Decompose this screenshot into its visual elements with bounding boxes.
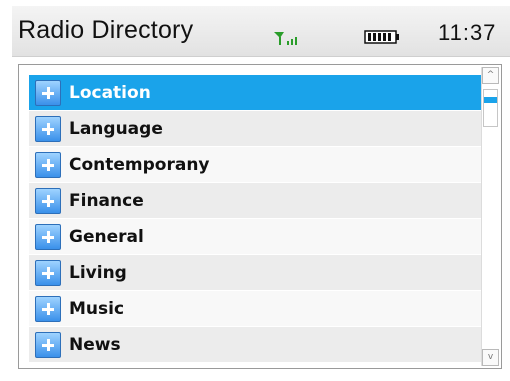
list-item-general[interactable]: General: [29, 219, 489, 255]
list-item-label: Location: [69, 82, 151, 103]
plus-expand-icon[interactable]: [35, 223, 61, 250]
clock-time: 11:37: [438, 20, 497, 45]
directory-list: Location Language Contemporany Finance G…: [29, 75, 489, 363]
plus-expand-icon[interactable]: [35, 295, 61, 322]
radio-directory-screen: Radio Directory 11:37 Location Language …: [0, 0, 510, 381]
plus-expand-icon[interactable]: [35, 115, 61, 142]
list-item-label: Language: [69, 118, 163, 139]
plus-expand-icon[interactable]: [35, 79, 61, 106]
scrollbar-thumb[interactable]: [483, 89, 498, 127]
list-item-label: News: [69, 334, 121, 355]
status-bar: Radio Directory 11:37: [12, 6, 510, 57]
list-item-label: Finance: [69, 190, 144, 211]
list-item-news[interactable]: News: [29, 327, 489, 363]
page-title: Radio Directory: [18, 16, 194, 44]
scroll-up-arrow-icon[interactable]: ^: [482, 67, 499, 84]
battery-icon: [364, 30, 399, 44]
list-item-location[interactable]: Location: [29, 75, 489, 111]
plus-expand-icon[interactable]: [35, 151, 61, 178]
plus-expand-icon[interactable]: [35, 331, 61, 358]
list-item-label: Living: [69, 262, 127, 283]
scroll-down-arrow-icon[interactable]: v: [482, 349, 499, 366]
list-item-label: Music: [69, 298, 125, 319]
list-item-label: General: [69, 226, 144, 247]
list-item-music[interactable]: Music: [29, 291, 489, 327]
vertical-scrollbar[interactable]: ^ v: [481, 67, 499, 366]
plus-expand-icon[interactable]: [35, 259, 61, 286]
list-item-finance[interactable]: Finance: [29, 183, 489, 219]
list-item-contemporany[interactable]: Contemporany: [29, 147, 489, 183]
plus-expand-icon[interactable]: [35, 187, 61, 214]
signal-strength-icon: [274, 32, 297, 45]
list-item-living[interactable]: Living: [29, 255, 489, 291]
list-item-language[interactable]: Language: [29, 111, 489, 147]
directory-list-panel: Location Language Contemporany Finance G…: [18, 64, 502, 369]
list-item-label: Contemporany: [69, 154, 210, 175]
